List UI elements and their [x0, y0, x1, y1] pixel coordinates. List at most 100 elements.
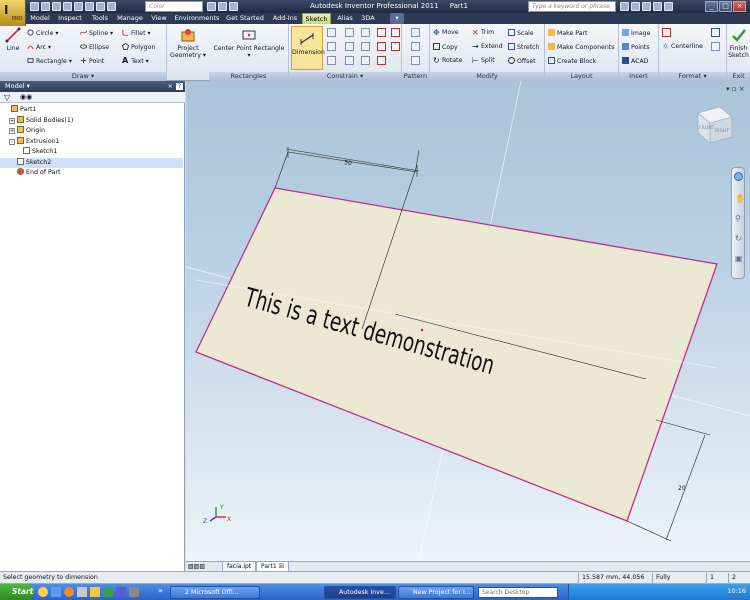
circular-pattern-icon[interactable] [411, 42, 420, 51]
tree-expander-icon[interactable]: - [9, 138, 15, 145]
tab-alias[interactable]: Alias [334, 13, 356, 24]
rectangular-pattern-icon[interactable] [411, 28, 420, 37]
pan-icon[interactable]: ✋ [735, 194, 745, 203]
tab-sketch[interactable]: Sketch [302, 13, 331, 24]
taskbar-item-new-project[interactable]: New Project for I... [398, 586, 474, 599]
undo-icon[interactable] [63, 2, 72, 11]
application-menu-button[interactable]: I PRO [0, 0, 26, 26]
fx-icon[interactable] [207, 2, 216, 11]
tab-tools[interactable]: Tools [88, 13, 112, 24]
favorites-icon[interactable] [653, 2, 662, 11]
make-components-button[interactable]: Make Components [548, 43, 614, 52]
quick-launch-chevron[interactable]: » [158, 586, 163, 595]
start-button[interactable]: Start [0, 584, 34, 600]
close-tab-icon[interactable]: ☒ [279, 563, 284, 570]
taskbar-item-inventor[interactable]: Autodesk Inve... [324, 586, 396, 599]
browser-header[interactable]: Model ▾ × ? [0, 81, 185, 92]
fix-icon[interactable] [377, 42, 386, 51]
subscription-icon[interactable] [631, 2, 640, 11]
rectangle-button[interactable]: Rectangle ▾ [27, 57, 72, 66]
move-button[interactable]: ✥ Move [433, 29, 459, 37]
dimension-50-label[interactable]: 50 [344, 159, 353, 167]
points-button[interactable]: Points [622, 43, 650, 52]
graphics-viewport[interactable]: This is a text demonstration 50 20 Y X Z… [186, 81, 750, 561]
finish-sketch-button[interactable]: Finish Sketch [727, 27, 750, 59]
app-icon[interactable] [77, 587, 87, 597]
close-button[interactable]: × [733, 1, 746, 12]
home-icon[interactable] [85, 2, 94, 11]
ribbon-options-icon[interactable]: ▾ [390, 13, 404, 24]
circle-button[interactable]: Circle ▾ [27, 29, 58, 38]
close-browser-icon[interactable]: × [168, 81, 173, 92]
tree-item[interactable]: Sketch2 [0, 157, 183, 168]
extend-button[interactable]: → Extend [472, 43, 503, 51]
tab-inspect[interactable]: Inspect [56, 13, 84, 24]
tab-environments[interactable]: Environments [174, 13, 220, 24]
tree-expander-icon[interactable]: + [9, 117, 15, 124]
smooth-icon[interactable] [361, 56, 370, 65]
restore-button[interactable]: □ [719, 1, 732, 12]
tree-item[interactable]: - Extrusion1 [0, 136, 183, 147]
help-icon[interactable] [664, 2, 673, 11]
desktop-icon[interactable] [51, 587, 61, 597]
tab-manage[interactable]: Manage [116, 13, 144, 24]
acad-button[interactable]: ACAD [622, 57, 648, 66]
line-button[interactable]: Line [2, 27, 24, 52]
open-icon[interactable] [41, 2, 50, 11]
view-cube[interactable]: FRONT RIGHT [697, 106, 733, 144]
center-point-rectangle-button[interactable]: Center Point Rectangle ▾ [213, 27, 285, 59]
tree-item[interactable]: + Solid Bodies(1) [0, 115, 183, 126]
format-panel-title[interactable]: Format ▾ [659, 72, 726, 81]
vertical-icon[interactable] [361, 42, 370, 51]
copy-button[interactable]: Copy [433, 43, 458, 52]
equal-icon[interactable] [391, 42, 400, 51]
project-geometry-button[interactable]: Project Geometry ▾ [170, 27, 206, 59]
look-at-icon[interactable]: ▣ [735, 254, 743, 263]
spline-button[interactable]: Spline ▾ [80, 29, 113, 38]
scale-button[interactable]: Scale [508, 29, 534, 38]
update-icon[interactable] [96, 2, 105, 11]
material-icon[interactable] [218, 2, 227, 11]
stretch-button[interactable]: Stretch [508, 43, 539, 52]
tree-item[interactable]: Part1 [0, 105, 183, 115]
folder-icon[interactable] [90, 587, 100, 597]
help-search-input[interactable]: Type a keyword or phrase [528, 1, 616, 12]
point-button[interactable]: Point [80, 57, 104, 66]
parallel-icon[interactable] [391, 28, 400, 37]
fillet-button[interactable]: Fillet ▾ [122, 29, 151, 38]
arc-button[interactable]: Arc ▾ [27, 43, 51, 52]
tree-item[interactable]: + Origin [0, 126, 183, 136]
find-icon[interactable]: ◉◉ [20, 93, 32, 101]
help-icon[interactable]: ? [176, 83, 183, 90]
show-constraints-icon[interactable] [327, 42, 336, 51]
ie-icon[interactable] [38, 587, 48, 597]
binoculars-icon[interactable] [620, 2, 629, 11]
horizontal-icon[interactable] [345, 42, 354, 51]
clock[interactable]: 10:16 [727, 587, 746, 595]
tab-3da[interactable]: 3DA [358, 13, 378, 24]
filter-icon[interactable]: ▽ [4, 93, 10, 102]
tab-get-started[interactable]: Get Started [224, 13, 266, 24]
tab-add-ins[interactable]: Add-Ins [270, 13, 300, 24]
make-part-button[interactable]: Make Part [548, 29, 587, 38]
dimension-20-label[interactable]: 20 [678, 485, 686, 492]
construction-icon[interactable] [662, 28, 671, 37]
app3-icon[interactable] [116, 587, 126, 597]
measure-icon[interactable] [229, 2, 238, 11]
app4-icon[interactable] [129, 587, 139, 597]
split-button[interactable]: ⊢ Split [472, 57, 495, 65]
constrain-panel-title[interactable]: Constrain ▾ [289, 72, 401, 81]
trim-button[interactable]: ✕ Trim [472, 29, 494, 37]
taskbar-item-office[interactable]: 2 Microsoft Offi... [170, 586, 260, 599]
auto-dimension-icon[interactable] [327, 28, 336, 37]
tree-expander-icon[interactable]: + [9, 128, 15, 134]
text-button[interactable]: A Text ▾ [122, 57, 149, 66]
driven-dimension-icon[interactable] [711, 42, 720, 51]
minimize-button[interactable]: _ [705, 1, 718, 12]
rotate-button[interactable]: ↻ Rotate [433, 57, 462, 65]
dimension-button[interactable]: Dimension [291, 26, 325, 70]
tree-item[interactable]: Sketch1 [0, 147, 183, 157]
select-icon[interactable] [107, 2, 116, 11]
tab-view[interactable]: View [148, 13, 170, 24]
constraint-settings-icon[interactable] [327, 56, 336, 65]
